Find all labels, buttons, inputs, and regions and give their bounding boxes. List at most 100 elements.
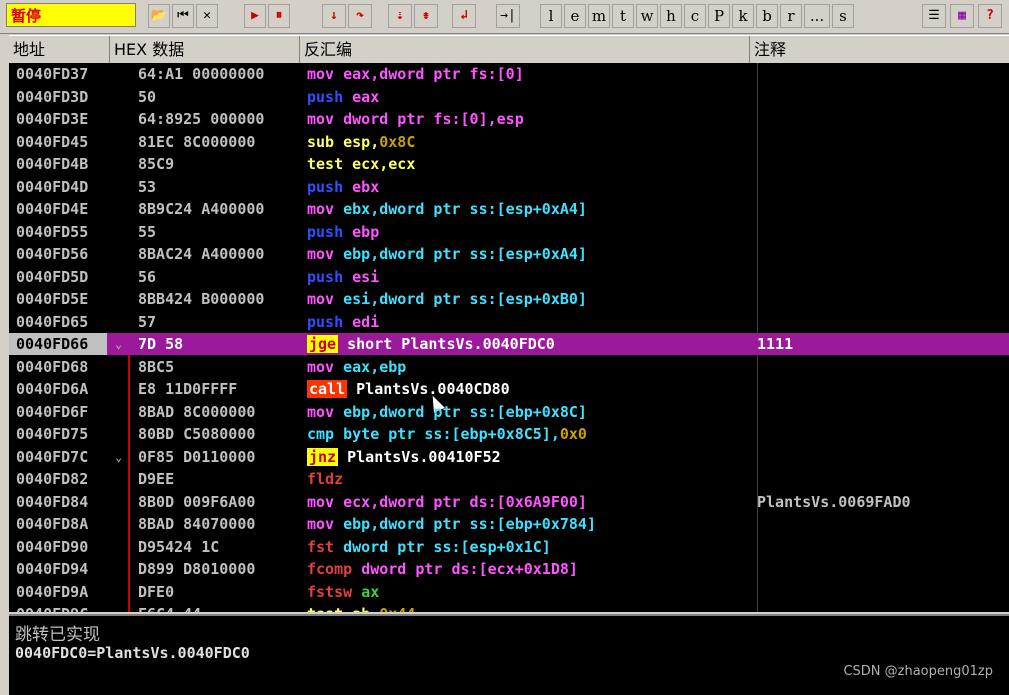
hex-cell: D95424 1C (138, 537, 220, 556)
address-cell: 0040FD9C (16, 603, 88, 612)
code-row[interactable]: 0040FD9A DFE0 fstsw ax (9, 581, 1009, 603)
disasm-token: mov (307, 290, 344, 308)
code-row[interactable]: 0040FD45 81EC 8C000000 sub esp,0x8C (9, 131, 1009, 153)
close-icon[interactable]: ✕ (196, 4, 218, 28)
toolbar: 暂停 📂 ⏮ ✕ ▶ ⏸ ↓ ↷ ⇣ ⇟ ↲ →| l e m t w h c Pk b r...… (0, 0, 1009, 34)
column-header: 地址 HEX 数据 反汇编 注释 (9, 35, 1009, 64)
code-row[interactable]: 0040FD55 55 push ebp (9, 221, 1009, 243)
window-button-h[interactable]: h (660, 4, 682, 28)
step-over-icon[interactable]: ↷ (348, 4, 372, 28)
address-cell: 0040FD45 (16, 132, 89, 151)
address-cell: 0040FD90 (16, 537, 89, 556)
code-row[interactable]: 0040FD4D 53 push ebx (9, 176, 1009, 198)
col-address[interactable]: 地址 (9, 36, 110, 63)
window-button-P[interactable]: P (708, 4, 730, 28)
window-button-t[interactable]: t (612, 4, 634, 28)
disasm-token: mov (307, 402, 344, 421)
window-button-k[interactable]: k (732, 4, 754, 28)
address-cell: 0040FD3D (16, 87, 89, 106)
code-row[interactable]: 0040FD4B 85C9 test ecx,ecx (9, 153, 1009, 175)
window-button-b[interactable]: b (756, 4, 778, 28)
code-row[interactable]: 0040FD6F 8BAD 8C000000 mov ebp,dword ptr s… (9, 401, 1009, 423)
code-row[interactable]: 0040FD7C ⌄ 0F85 D0110000 jnz PlantsVs.00410… (9, 446, 1009, 468)
code-row[interactable]: 0040FD5E 8BB424 B000000 mov esi,dword ptr … (9, 288, 1009, 310)
disasm-token: mov (307, 492, 344, 511)
address-cell: 0040FD65 (16, 312, 89, 331)
hex-cell: 85C9 (138, 155, 175, 173)
disasm-token: dword ptr ss:[esp+0xA4] (379, 245, 587, 263)
hex-cell: 64:8925 000000 (138, 110, 265, 128)
col-disassembly[interactable]: 反汇编 (300, 36, 750, 63)
code-row[interactable]: 0040FD56 8BAC24 A400000 mov ebp,dword ptr … (9, 243, 1009, 265)
disasm-token: ebp, (343, 245, 380, 263)
open-icon[interactable]: 📂 (148, 4, 170, 28)
code-row[interactable]: 0040FD66 ⌄ 7D 58 jge short PlantsVs.0040FDC… (9, 333, 1009, 355)
disassembly-cell: mov ecx,dword ptr ds:[0x6A9F00] (307, 491, 587, 513)
window-button-r[interactable]: r (780, 4, 802, 28)
disasm-token: ecx, (343, 492, 380, 511)
code-row[interactable]: 0040FD5D 56 push esi (9, 266, 1009, 288)
disassembly-cell: fldz (307, 468, 343, 490)
disasm-token: sub esp, (307, 132, 380, 151)
col-hex[interactable]: HEX 数据 (110, 36, 300, 63)
trace-into-icon[interactable]: ⇣ (388, 4, 412, 28)
hex-cell: 0F85 D0110000 (138, 447, 256, 466)
window-button-c[interactable]: c (684, 4, 706, 28)
help-icon[interactable]: ? (978, 4, 1002, 28)
address-cell: 0040FD37 (16, 65, 89, 83)
disassembly-cell: mov ebp,dword ptr ss:[ebp+0x8C] (307, 401, 587, 423)
disasm-token: fcomp (307, 560, 362, 578)
hex-cell: 8BAC24 A400000 (138, 245, 265, 263)
window-button-e[interactable]: e (564, 4, 586, 28)
disasm-token: mov dword ptr fs:[0],esp (307, 110, 524, 128)
disasm-token: PlantsVs.00410F52 (338, 447, 501, 466)
code-row[interactable]: 0040FD94 D899 D8010000 fcomp dword ptr ds:… (9, 558, 1009, 580)
code-row[interactable]: 0040FD4E 8B9C24 A400000 mov ebx,dword ptr … (9, 198, 1009, 220)
address-cell: 0040FD5D (16, 267, 89, 286)
step-into-icon[interactable]: ↓ (322, 4, 346, 28)
disassembly-cell: call PlantsVs.0040CD80 (307, 378, 510, 400)
code-row[interactable]: 0040FD6A E8 11D0FFFF call PlantsVs.0040CD8… (9, 378, 1009, 400)
code-row[interactable]: 0040FD84 8B0D 009F6A00 mov ecx,dword ptr d… (9, 491, 1009, 513)
disassembly-cell: jnz PlantsVs.00410F52 (307, 446, 501, 468)
hex-cell: 8BAD 8C000000 (138, 402, 256, 421)
code-row[interactable]: 0040FD82 D9EE fldz (9, 468, 1009, 490)
rewind-icon[interactable]: ⏮ (172, 4, 194, 28)
execute-till-return-icon[interactable]: ↲ (452, 4, 476, 28)
pause-icon[interactable]: ⏸ (268, 4, 290, 28)
hex-cell: D899 D8010000 (138, 560, 256, 578)
disasm-token: esi (343, 267, 380, 286)
address-cell: 0040FD6F (16, 402, 89, 421)
window-button-l[interactable]: l (540, 4, 562, 28)
disasm-token: mov (307, 245, 344, 263)
disasm-token: PlantsVs.0040CD80 (347, 380, 510, 398)
window-button-w[interactable]: w (636, 4, 658, 28)
disasm-token: test (307, 605, 352, 612)
window-icon[interactable]: ▦ (950, 4, 974, 28)
code-row[interactable]: 0040FD3E 64:8925 000000 mov dword ptr fs:[… (9, 108, 1009, 130)
col-comment[interactable]: 注释 (750, 36, 1009, 63)
window-button-m[interactable]: m (588, 4, 610, 28)
goto-icon[interactable]: →| (496, 4, 520, 28)
disasm-token: cmp (307, 425, 344, 443)
run-icon[interactable]: ▶ (244, 4, 266, 28)
code-row[interactable]: 0040FD75 80BD C5080000 cmp byte ptr ss:[eb… (9, 423, 1009, 445)
disassembly-cell: test ah,0x44 (307, 603, 415, 612)
disasm-token: test (307, 155, 353, 173)
disassembly-cell: mov ebp,dword ptr ss:[ebp+0x784] (307, 513, 596, 535)
window-button-more[interactable]: ... (804, 4, 830, 28)
disasm-token: fstsw (307, 582, 362, 601)
disassembly-pane[interactable]: 0040FD37 64:A1 00000000 mov eax,dword ptr … (9, 63, 1009, 612)
trace-over-icon[interactable]: ⇟ (414, 4, 438, 28)
window-button-s[interactable]: s (832, 4, 854, 28)
code-row[interactable]: 0040FD65 57 push edi (9, 311, 1009, 333)
disasm-token: short PlantsVs.0040FDC0 (338, 335, 555, 353)
code-row[interactable]: 0040FD8A 8BAD 84070000 mov ebp,dword ptr s… (9, 513, 1009, 535)
disassembly-cell: push ebp (307, 221, 379, 243)
code-row[interactable]: 0040FD90 D95424 1C fst dword ptr ss:[esp+0… (9, 536, 1009, 558)
code-row[interactable]: 0040FD68 8BC5 mov eax,ebp (9, 356, 1009, 378)
code-row[interactable]: 0040FD9C F6C4 44 test ah,0x44 (9, 603, 1009, 612)
code-row[interactable]: 0040FD3D 50 push eax (9, 86, 1009, 108)
list-icon[interactable]: ☰ (922, 4, 946, 28)
code-row[interactable]: 0040FD37 64:A1 00000000 mov eax,dword ptr … (9, 63, 1009, 85)
